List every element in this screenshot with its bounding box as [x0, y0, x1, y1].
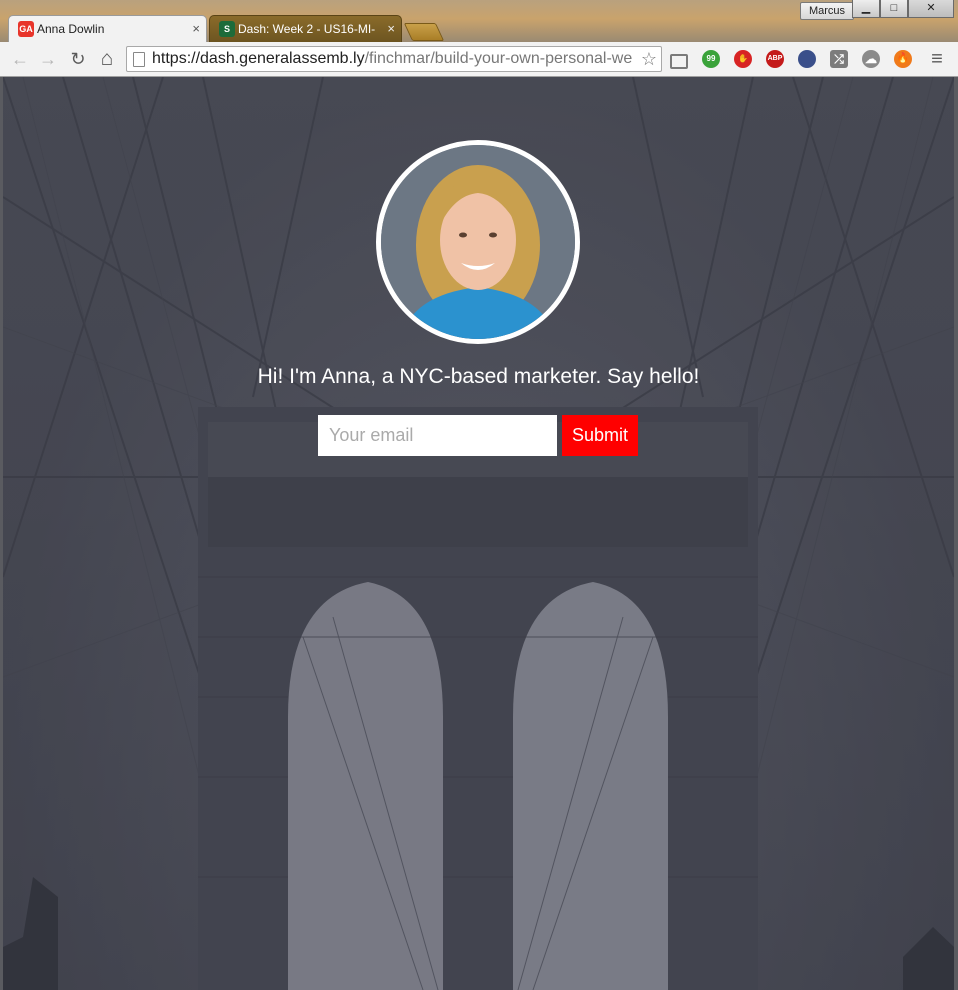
maximize-button[interactable]: □: [880, 0, 908, 18]
bookmark-star-icon[interactable]: ☆: [641, 47, 657, 71]
hero-tagline: Hi! I'm Anna, a NYC-based marketer. Say …: [257, 365, 700, 388]
close-window-button[interactable]: ✕: [908, 0, 954, 18]
page-viewport: Hi! I'm Anna, a NYC-based marketer. Say …: [3, 77, 954, 990]
adblock-plus-icon[interactable]: ABP: [766, 50, 784, 68]
back-arrow-icon[interactable]: ←: [8, 47, 32, 71]
quote-icon[interactable]: 99: [702, 50, 720, 68]
tab-title: Dash: Week 2 - US16-MI-: [238, 22, 376, 36]
minimize-button[interactable]: ▁: [852, 0, 880, 18]
window-controls: ▁ □ ✕: [852, 0, 954, 18]
new-tab-button[interactable]: [403, 23, 445, 41]
tab-close-icon[interactable]: ×: [387, 16, 395, 42]
cast-icon[interactable]: [670, 54, 688, 69]
flag-icon[interactable]: [798, 50, 816, 68]
profile-photo: [376, 140, 580, 344]
profile-button[interactable]: Marcus: [799, 2, 854, 20]
url-host: https://dash.generalassemb.ly: [152, 50, 365, 67]
stop-hand-icon[interactable]: ✋: [734, 50, 752, 68]
address-bar[interactable]: https://dash.generalassemb.ly/finchmar/b…: [126, 46, 662, 72]
fire-icon[interactable]: 🔥: [894, 50, 912, 68]
window-titlebar: Marcus ▁ □ ✕ GA Anna Dowlin × S Dash: We…: [0, 0, 958, 42]
tab-close-icon[interactable]: ×: [192, 16, 200, 42]
tab-anna-dowlin[interactable]: GA Anna Dowlin ×: [8, 15, 207, 42]
chrome-menu-icon[interactable]: ≡: [925, 47, 949, 71]
tab-title: Anna Dowlin: [37, 22, 105, 36]
general-assembly-favicon-icon: GA: [18, 21, 34, 37]
reload-icon[interactable]: ↻: [66, 47, 90, 71]
page-icon: [133, 52, 145, 67]
portrait-image: [381, 145, 575, 339]
url-text[interactable]: https://dash.generalassemb.ly/finchmar/b…: [152, 47, 640, 71]
shuffle-icon[interactable]: ⤮: [830, 50, 848, 68]
browser-toolbar: ← → ↻ ⌂ https://dash.generalassemb.ly/fi…: [0, 42, 958, 77]
tab-dash-week-2[interactable]: S Dash: Week 2 - US16-MI- ×: [209, 15, 402, 42]
cloud-icon[interactable]: ☁: [862, 50, 880, 68]
hero-section: Hi! I'm Anna, a NYC-based marketer. Say …: [3, 77, 954, 990]
submit-button[interactable]: Submit: [562, 415, 638, 456]
email-input[interactable]: [318, 415, 557, 456]
url-path: /finchmar/build-your-own-personal-we: [364, 50, 633, 67]
forward-arrow-icon[interactable]: →: [36, 47, 60, 71]
dash-favicon-icon: S: [219, 21, 235, 37]
home-icon[interactable]: ⌂: [95, 47, 119, 71]
